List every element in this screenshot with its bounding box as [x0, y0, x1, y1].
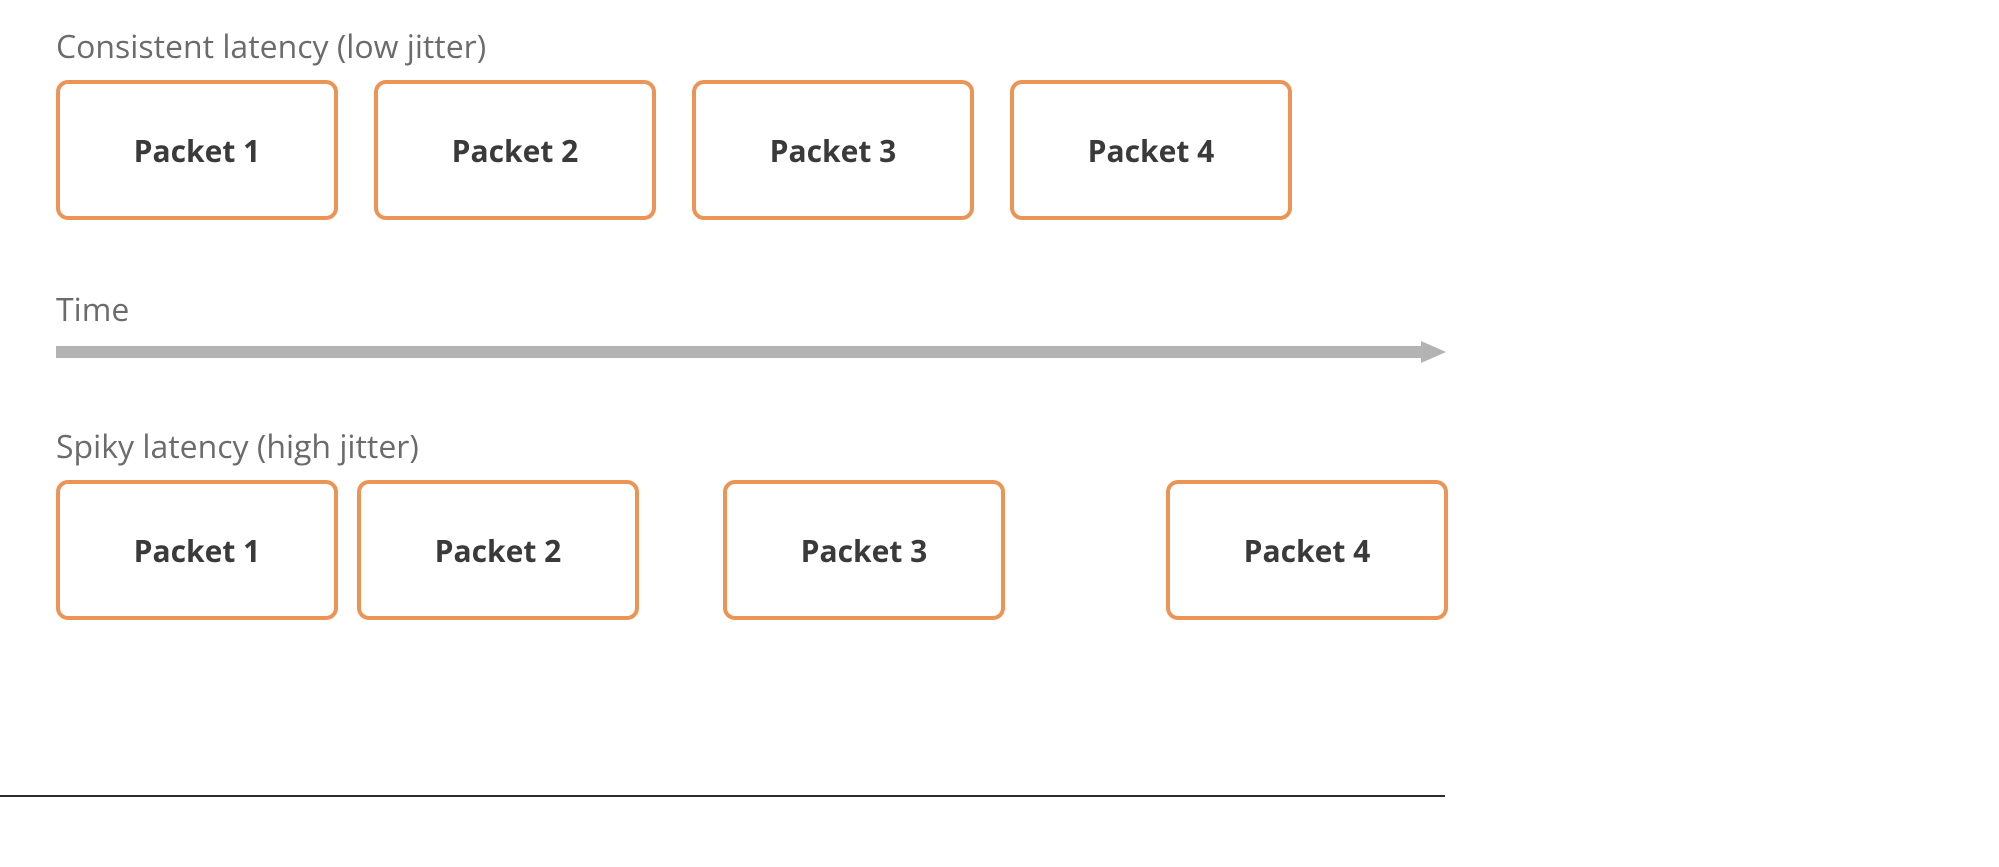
packet-label: Packet 4 [1088, 130, 1215, 171]
packet-top-3: Packet 3 [692, 80, 974, 220]
packet-label: Packet 2 [452, 130, 579, 171]
packet-top-1: Packet 1 [56, 80, 338, 220]
packet-bottom-1: Packet 1 [56, 480, 338, 620]
time-block: Time [56, 288, 1446, 365]
packet-label: Packet 4 [1244, 530, 1371, 571]
time-arrow [56, 339, 1446, 365]
arrow-icon [56, 339, 1446, 365]
top-packet-row: Packet 1 Packet 2 Packet 3 Packet 4 [56, 80, 1446, 230]
time-label: Time [56, 288, 1446, 331]
packet-label: Packet 2 [435, 530, 562, 571]
packet-label: Packet 1 [134, 530, 261, 571]
bottom-packet-row: Packet 1 Packet 2 Packet 3 Packet 4 [56, 480, 1446, 630]
packet-label: Packet 3 [801, 530, 928, 571]
packet-top-2: Packet 2 [374, 80, 656, 220]
top-section-title: Consistent latency (low jitter) [56, 25, 1446, 68]
packet-bottom-3: Packet 3 [723, 480, 1005, 620]
packet-label: Packet 1 [134, 130, 261, 171]
bottom-section: Spiky latency (high jitter) Packet 1 Pac… [56, 425, 1446, 630]
packet-bottom-2: Packet 2 [357, 480, 639, 620]
packet-label: Packet 3 [770, 130, 897, 171]
bottom-section-title: Spiky latency (high jitter) [56, 425, 1446, 468]
packet-top-4: Packet 4 [1010, 80, 1292, 220]
footer-line [0, 795, 1445, 797]
packet-bottom-4: Packet 4 [1166, 480, 1448, 620]
diagram-container: Consistent latency (low jitter) Packet 1… [56, 25, 1446, 630]
